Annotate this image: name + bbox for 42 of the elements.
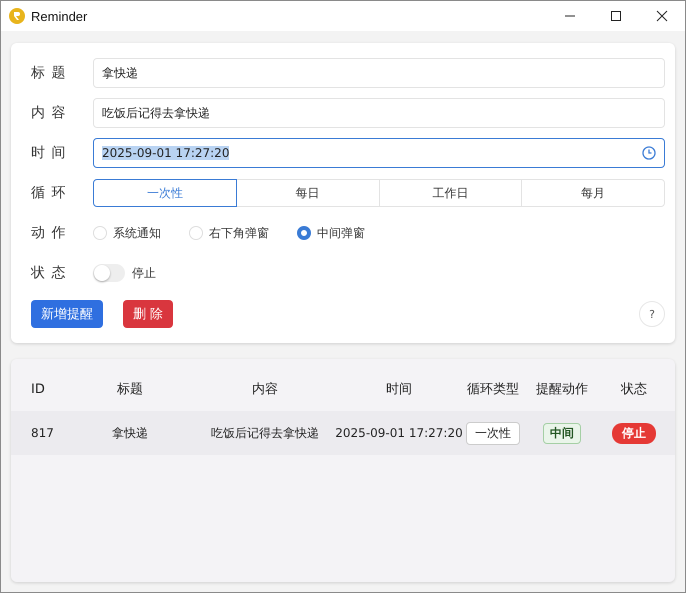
column-header: 提醒动作 (536, 381, 588, 398)
column-header: 状态 (621, 381, 647, 398)
clock-icon[interactable] (642, 146, 656, 160)
table-cell: 吃饭后记得去拿快递 (211, 424, 319, 442)
action-tag: 中间 (543, 422, 581, 444)
table-cell: 2025-09-01 17:27:20 (335, 426, 463, 440)
repeat-tag: 一次性 (466, 422, 520, 444)
column-header: 时间 (386, 381, 412, 398)
input-field[interactable]: 吃饭后记得去拿快递 (93, 98, 665, 128)
table-cell-text: 817 (30, 426, 54, 440)
maximize-icon (610, 10, 622, 22)
field-label: 标题 (31, 64, 73, 82)
segment-option[interactable]: 每日 (236, 179, 380, 207)
radio-label[interactable]: 右下角弹窗 (209, 224, 269, 242)
table-row[interactable]: 817 拿快递 吃饭后记得去拿快递 2025-09-01 17:27:20 一次性 中间 停止 (11, 411, 675, 455)
segment-option[interactable]: 每月 (521, 179, 665, 207)
column-header: ID (30, 382, 45, 396)
radio-label[interactable]: 中间弹窗 (317, 224, 365, 242)
table-cell: 拿快递 (112, 424, 148, 442)
field-label: 时间 (31, 144, 73, 162)
window-title: Reminder (31, 8, 88, 24)
status-badge: 停止 (612, 422, 656, 444)
field-label: 内容 (31, 104, 73, 122)
segment-option[interactable]: 工作日 (378, 179, 522, 207)
column-header: 循环类型 (467, 381, 519, 398)
segment-option[interactable]: 一次性 (93, 179, 237, 207)
toggle-switch[interactable] (93, 264, 125, 282)
close-icon (656, 10, 668, 22)
help-button[interactable]: ? (639, 301, 665, 327)
column-header: 标题 (117, 381, 143, 398)
toggle-label: 停止 (132, 264, 156, 282)
add-button[interactable]: 新增提醒 (31, 300, 103, 328)
field-label: 状态 (31, 264, 73, 282)
field-label: 循环 (31, 184, 73, 202)
radio-label[interactable]: 系统通知 (113, 224, 161, 242)
input-field[interactable]: 拿快递 (93, 58, 665, 88)
column-header: 内容 (252, 381, 278, 398)
time-field[interactable]: 2025-09-01 17:27:20 (93, 138, 665, 168)
field-label: 动作 (31, 224, 73, 242)
app-logo-icon (9, 8, 25, 24)
delete-button[interactable]: 删 除 (123, 300, 174, 328)
radio-button[interactable] (297, 226, 311, 240)
